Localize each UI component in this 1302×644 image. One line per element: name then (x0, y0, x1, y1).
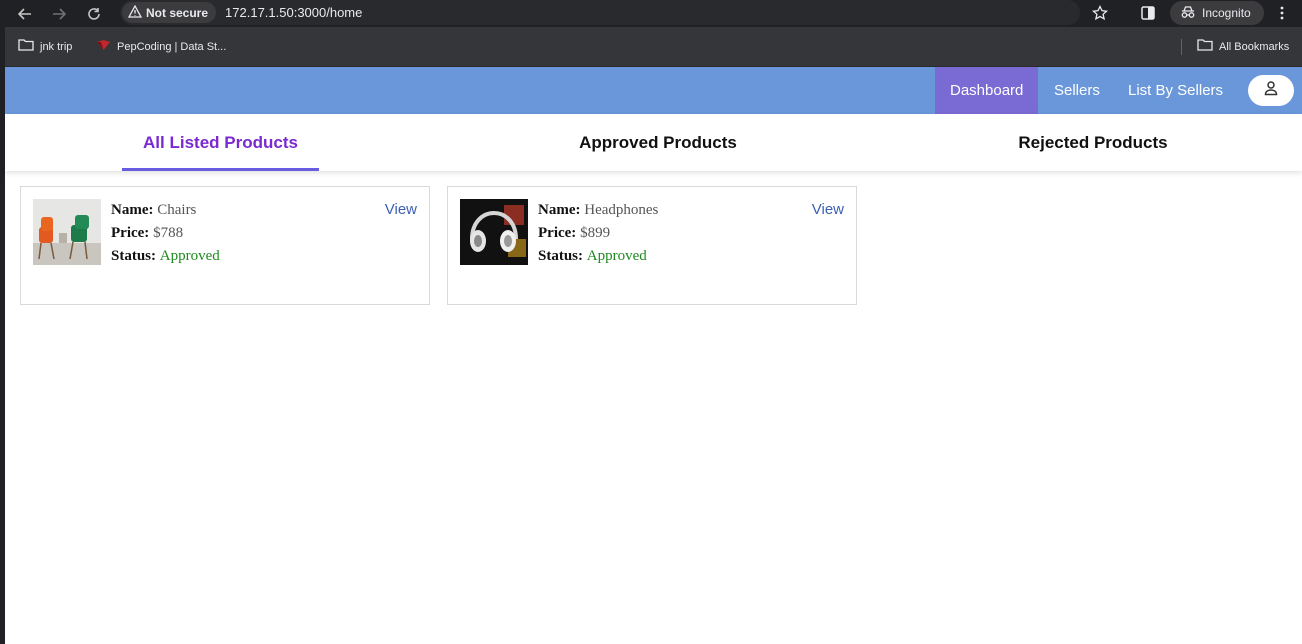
nav-dashboard[interactable]: Dashboard (935, 67, 1039, 114)
product-price-row: Price: $788 (111, 222, 220, 245)
url-text[interactable]: 172.17.1.50:3000/home (225, 5, 362, 20)
side-panel-icon[interactable] (1141, 1, 1155, 25)
all-bookmarks-label: All Bookmarks (1219, 40, 1290, 53)
bookmark-label: PepCoding | Data St... (117, 40, 227, 53)
bookmarks-divider (1181, 39, 1182, 55)
active-tab-indicator (122, 168, 319, 171)
product-price: $788 (153, 225, 184, 241)
product-info: Name: Headphones Price: $899 Status: App… (538, 199, 658, 268)
incognito-icon (1180, 5, 1196, 22)
product-name: Headphones (584, 202, 659, 218)
view-product-link[interactable]: View (812, 201, 844, 218)
tab-approved-products[interactable]: Approved Products (545, 114, 771, 171)
nav-sellers[interactable]: Sellers (1039, 67, 1115, 114)
user-profile-button[interactable] (1248, 75, 1294, 106)
folder-icon (18, 39, 34, 54)
bookmark-star-icon[interactable] (1092, 1, 1108, 25)
product-status: Approved (159, 248, 220, 264)
folder-icon (1197, 39, 1213, 54)
product-name-row: Name: Headphones (538, 199, 658, 222)
security-chip[interactable]: Not secure (122, 2, 217, 23)
product-info: Name: Chairs Price: $788 Status: Approve… (111, 199, 220, 268)
app-header: Dashboard Sellers List By Sellers (5, 67, 1302, 114)
incognito-chip[interactable]: Incognito (1170, 1, 1264, 25)
pepcoding-logo-icon (96, 39, 111, 54)
bookmark-jnk-trip[interactable]: jnk trip (18, 39, 72, 54)
address-bar[interactable]: Not secure 172.17.1.50:3000/home (120, 0, 1080, 25)
incognito-label: Incognito (1202, 6, 1251, 20)
status-label: Status: (538, 248, 587, 264)
product-status-row: Status: Approved (111, 245, 220, 268)
price-label: Price: (538, 225, 581, 241)
bookmarks-bar: jnk trip PepCoding | Data St... All Book… (0, 27, 1302, 67)
bookmark-label: jnk trip (40, 40, 73, 53)
product-card: Name: Chairs Price: $788 Status: Approve… (20, 186, 430, 305)
product-status-row: Status: Approved (538, 245, 658, 268)
product-card: Name: Headphones Price: $899 Status: App… (447, 186, 857, 305)
reload-icon[interactable] (83, 3, 105, 25)
product-status: Approved (586, 248, 647, 264)
product-name-row: Name: Chairs (111, 199, 220, 222)
name-label: Name: (111, 202, 158, 218)
status-label: Status: (111, 248, 160, 264)
view-product-link[interactable]: View (385, 201, 417, 218)
security-label: Not secure (146, 5, 209, 20)
warning-icon (127, 4, 143, 21)
name-label: Name: (538, 202, 585, 218)
bookmark-pepcoding[interactable]: PepCoding | Data St... (96, 39, 226, 54)
tab-rejected-products[interactable]: Rejected Products (980, 114, 1206, 171)
user-icon (1263, 80, 1279, 101)
product-price: $899 (580, 225, 611, 241)
chairs-image (33, 199, 101, 265)
product-price-row: Price: $899 (538, 222, 658, 245)
nav-list-by-sellers[interactable]: List By Sellers (1113, 67, 1238, 114)
back-arrow-icon[interactable] (14, 3, 36, 25)
product-tabs: All Listed Products Approved Products Re… (5, 114, 1302, 171)
all-bookmarks[interactable]: All Bookmarks (1197, 39, 1289, 54)
price-label: Price: (111, 225, 154, 241)
forward-arrow-icon[interactable] (48, 3, 70, 25)
headphones-image (460, 199, 528, 265)
tab-all-listed-products[interactable]: All Listed Products (122, 114, 319, 171)
more-menu-icon[interactable] (1280, 1, 1284, 25)
product-name: Chairs (157, 202, 197, 218)
